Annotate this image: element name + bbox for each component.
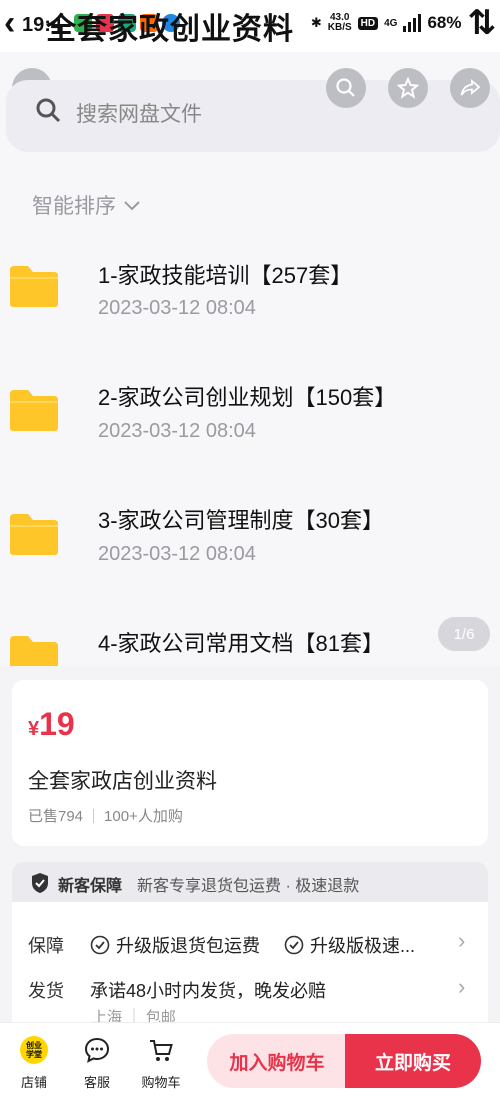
product-price: ¥19 <box>28 706 75 743</box>
hd-badge: HD <box>357 16 379 30</box>
share-arrow-icon <box>460 79 481 96</box>
file-name: 1-家政技能培训【257套】 <box>98 263 353 288</box>
cart-icon <box>150 1040 173 1061</box>
signal-icon <box>403 14 422 32</box>
file-row[interactable] <box>0 240 500 350</box>
guarantee-label: 保障 <box>28 936 64 956</box>
product-title: 全套家政店创业资料 <box>28 770 217 793</box>
chevron-right-icon[interactable]: › <box>458 928 465 954</box>
chevron-down-icon <box>124 201 140 211</box>
file-name: 3-家政公司管理制度【30套】 <box>98 508 385 533</box>
page-title-overlay: 全套家政创业资料 <box>46 13 294 46</box>
file-name: 4-家政公司常用文档【81套】 <box>98 631 385 656</box>
sort-dropdown[interactable]: 智能排序 <box>32 190 142 220</box>
chat-bubble-icon <box>84 1037 110 1063</box>
file-date: 2023-03-12 08:04 <box>98 420 256 442</box>
search-button[interactable] <box>326 68 366 108</box>
buy-now-button[interactable]: 立即购买 <box>345 1034 481 1088</box>
shipping-label: 发货 <box>28 981 64 1001</box>
share-button[interactable] <box>450 68 490 108</box>
favorite-button[interactable] <box>388 68 428 108</box>
guarantee-desc: 新客专享退货包运费 · 极速退款 <box>137 878 360 895</box>
service-label: 客服 <box>83 1075 110 1090</box>
search-icon <box>336 78 355 97</box>
customer-service-button[interactable]: 客服 <box>69 1036 125 1091</box>
divider <box>93 808 95 823</box>
added-count: 100+人加购 <box>104 808 183 825</box>
page-indicator: 1/6 <box>438 617 490 651</box>
check-circle-icon <box>90 935 110 955</box>
guarantee-item-label: 升级版极速... <box>310 936 416 956</box>
status-indicators: ✱ 43.0 KB/S HD 4G 68% ⇅ <box>310 4 497 42</box>
price-value: 19 <box>39 706 75 742</box>
search-icon <box>36 98 61 123</box>
folder-icon <box>10 636 58 666</box>
service-card <box>12 902 488 1032</box>
guarantee-item[interactable]: 升级版退货包运费 <box>90 932 260 958</box>
cart-label: 购物车 <box>141 1075 181 1090</box>
sort-label: 智能排序 <box>32 195 116 218</box>
cart-button[interactable]: 购物车 <box>133 1036 189 1091</box>
search-input[interactable]: 搜索网盘文件 <box>76 98 202 128</box>
file-date: 2023-03-12 08:04 <box>98 297 256 319</box>
net-speed: 43.0 KB/S <box>327 12 352 33</box>
chevron-right-icon[interactable]: › <box>458 974 465 1000</box>
shield-check-icon <box>32 873 48 893</box>
check-circle-icon <box>284 935 304 955</box>
folder-icon <box>10 514 58 555</box>
sold-count: 已售794 <box>28 808 84 825</box>
star-icon <box>397 77 419 99</box>
shop-label: 店铺 <box>20 1075 47 1090</box>
sales-info: 已售794 100+人加购 <box>28 805 183 826</box>
battery-level: 68% <box>427 13 462 32</box>
guarantee-item[interactable]: 升级版极速... <box>284 932 415 958</box>
add-to-cart-button[interactable]: 加入购物车 <box>207 1034 347 1088</box>
shop-logo: 创业 学堂 <box>20 1036 48 1064</box>
back-arrow-icon[interactable]: ‹ <box>4 6 15 40</box>
scroll-handle-icon: ⇅ <box>467 4 497 42</box>
signal-type: 4G <box>384 17 398 29</box>
currency-symbol: ¥ <box>28 718 40 740</box>
file-name: 2-家政公司创业规划【150套】 <box>98 385 397 410</box>
folder-icon <box>10 390 58 431</box>
guarantee-item-label: 升级版退货包运费 <box>116 936 260 956</box>
bluetooth-icon: ✱ <box>310 15 322 30</box>
shipping-promise: 承诺48小时内发货，晚发必赔 <box>90 981 327 1001</box>
folder-icon <box>10 266 58 307</box>
status-bar: ‹ 19:4 全套家政创业资料 ✱ 43.0 KB/S HD 4G 68% ⇅ <box>0 0 500 52</box>
guarantee-title: 新客保障 <box>58 878 123 895</box>
file-date: 2023-03-12 08:04 <box>98 543 256 565</box>
shop-button[interactable]: 创业 学堂 店铺 <box>6 1036 62 1091</box>
